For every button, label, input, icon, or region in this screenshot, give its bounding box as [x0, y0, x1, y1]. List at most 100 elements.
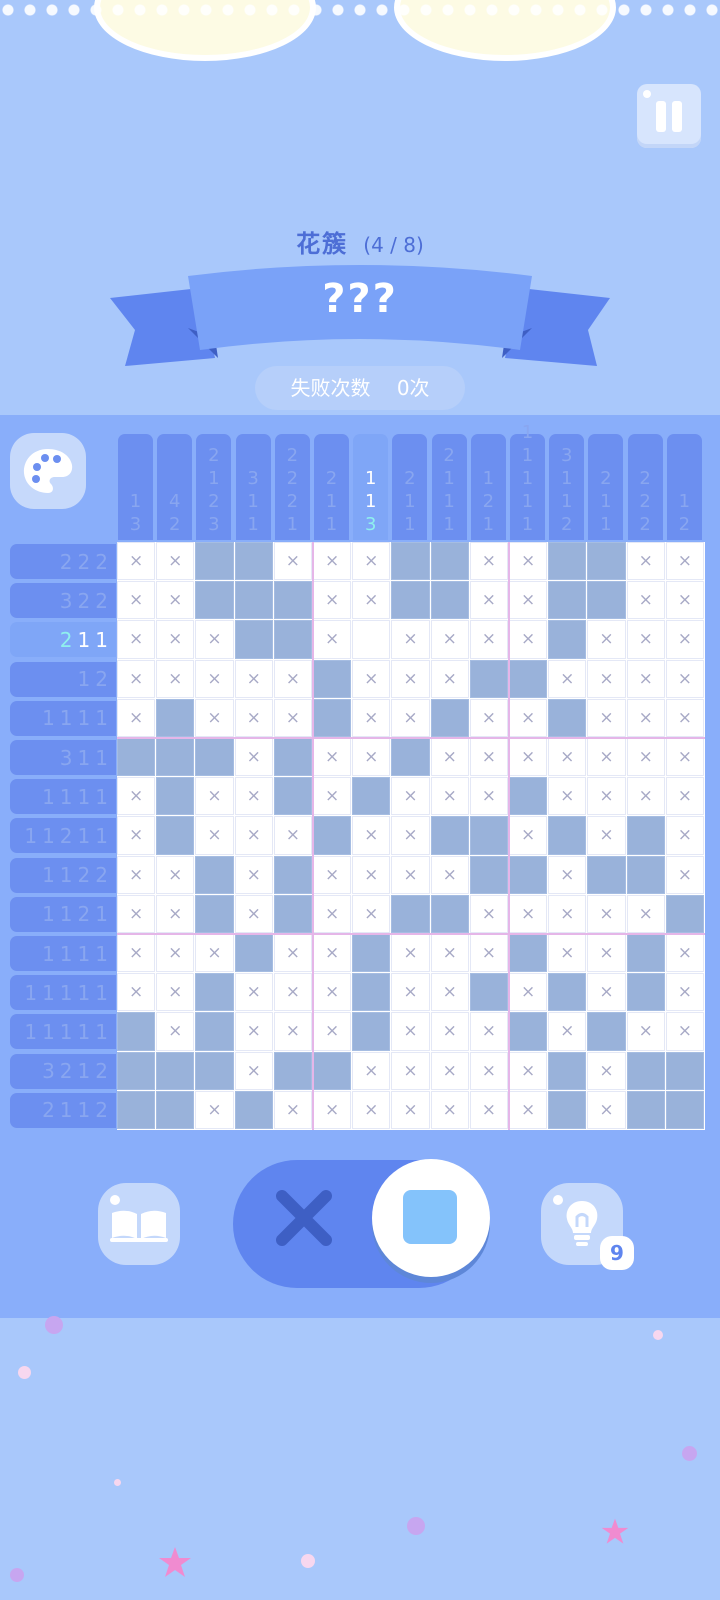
grid-cell-crossed[interactable]: ×: [391, 934, 430, 973]
grid-cell-filled[interactable]: [156, 816, 195, 855]
grid-cell-filled[interactable]: [234, 542, 273, 581]
grid-cell-crossed[interactable]: ×: [273, 659, 312, 698]
grid-cell-crossed[interactable]: ×: [626, 581, 665, 620]
grid-cell-crossed[interactable]: ×: [117, 855, 156, 894]
grid-cell-crossed[interactable]: ×: [509, 894, 548, 933]
grid-cell-filled[interactable]: [587, 1012, 626, 1051]
grid-cell-crossed[interactable]: ×: [391, 1090, 430, 1129]
grid-cell-filled[interactable]: [509, 855, 548, 894]
grid-cell-crossed[interactable]: ×: [273, 973, 312, 1012]
grid-cell-filled[interactable]: [587, 581, 626, 620]
grid-cell-crossed[interactable]: ×: [587, 698, 626, 737]
grid-cell-crossed[interactable]: ×: [352, 698, 391, 737]
grid-cell-filled[interactable]: [391, 894, 430, 933]
grid-cell-filled[interactable]: [273, 1051, 312, 1090]
grid-cell-crossed[interactable]: ×: [469, 620, 508, 659]
grid-cell-crossed[interactable]: ×: [548, 1012, 587, 1051]
cross-icon[interactable]: [272, 1186, 336, 1250]
grid-cell-crossed[interactable]: ×: [665, 934, 704, 973]
grid-cell-filled[interactable]: [195, 581, 234, 620]
grid-cell-crossed[interactable]: ×: [665, 581, 704, 620]
grid-cell-filled[interactable]: [548, 581, 587, 620]
grid-cell-filled[interactable]: [117, 1051, 156, 1090]
grid-cell-crossed[interactable]: ×: [234, 1012, 273, 1051]
grid-cell-crossed[interactable]: ×: [587, 1090, 626, 1129]
grid-cell-crossed[interactable]: ×: [352, 1051, 391, 1090]
grid-cell-crossed[interactable]: ×: [665, 698, 704, 737]
grid-cell-filled[interactable]: [352, 1012, 391, 1051]
grid-cell-crossed[interactable]: ×: [665, 777, 704, 816]
grid-cell-crossed[interactable]: ×: [548, 934, 587, 973]
grid-cell-crossed[interactable]: ×: [665, 1012, 704, 1051]
grid-cell-filled[interactable]: [469, 659, 508, 698]
grid-cell-crossed[interactable]: ×: [430, 777, 469, 816]
grid-cell-crossed[interactable]: ×: [352, 855, 391, 894]
grid-cell-crossed[interactable]: ×: [117, 659, 156, 698]
grid-cell-crossed[interactable]: ×: [469, 1090, 508, 1129]
grid-cell-filled[interactable]: [352, 934, 391, 973]
grid-cell-filled[interactable]: [469, 973, 508, 1012]
grid-cell-filled[interactable]: [548, 620, 587, 659]
grid-cell-crossed[interactable]: ×: [313, 934, 352, 973]
grid-cell-crossed[interactable]: ×: [665, 738, 704, 777]
grid-cell-crossed[interactable]: ×: [469, 1051, 508, 1090]
grid-cell-crossed[interactable]: ×: [391, 973, 430, 1012]
grid-cell-crossed[interactable]: ×: [469, 894, 508, 933]
grid-cell-crossed[interactable]: ×: [313, 581, 352, 620]
grid-cell-crossed[interactable]: ×: [509, 816, 548, 855]
grid-cell-crossed[interactable]: ×: [117, 698, 156, 737]
grid-cell-filled[interactable]: [548, 973, 587, 1012]
grid-cell-crossed[interactable]: ×: [548, 855, 587, 894]
grid-cell-crossed[interactable]: ×: [587, 777, 626, 816]
grid-cell-filled[interactable]: [195, 894, 234, 933]
grid-cell-crossed[interactable]: ×: [391, 659, 430, 698]
grid-cell-filled[interactable]: [195, 1051, 234, 1090]
grid-cell-crossed[interactable]: ×: [195, 934, 234, 973]
grid-cell-crossed[interactable]: ×: [313, 1012, 352, 1051]
puzzle-grid[interactable]: × × × × × × × × × × × × × × × × × × × × × × × × × × × × × × × × × × × × × × × ×…: [117, 542, 705, 1130]
grid-cell-filled[interactable]: [273, 620, 312, 659]
grid-cell-crossed[interactable]: ×: [156, 855, 195, 894]
grid-cell-crossed[interactable]: ×: [430, 659, 469, 698]
grid-cell-crossed[interactable]: ×: [352, 894, 391, 933]
grid-cell-filled[interactable]: [430, 816, 469, 855]
grid-cell-filled[interactable]: [313, 816, 352, 855]
grid-cell-crossed[interactable]: ×: [509, 1051, 548, 1090]
grid-cell-filled[interactable]: [469, 855, 508, 894]
grid-cell-crossed[interactable]: ×: [117, 973, 156, 1012]
grid-cell-crossed[interactable]: ×: [234, 738, 273, 777]
grid-cell-filled[interactable]: [509, 659, 548, 698]
grid-cell-crossed[interactable]: ×: [665, 542, 704, 581]
grid-cell-filled[interactable]: [156, 777, 195, 816]
grid-cell-crossed[interactable]: ×: [391, 855, 430, 894]
grid-cell-filled[interactable]: [234, 934, 273, 973]
grid-cell-crossed[interactable]: ×: [234, 1051, 273, 1090]
grid-cell-crossed[interactable]: ×: [234, 777, 273, 816]
grid-cell-crossed[interactable]: ×: [313, 973, 352, 1012]
grid-cell-filled[interactable]: [313, 1051, 352, 1090]
grid-cell-crossed[interactable]: ×: [665, 659, 704, 698]
grid-cell-crossed[interactable]: ×: [587, 738, 626, 777]
grid-cell-crossed[interactable]: ×: [156, 542, 195, 581]
grid-cell-crossed[interactable]: ×: [430, 855, 469, 894]
grid-cell-filled[interactable]: [273, 855, 312, 894]
grid-cell-crossed[interactable]: ×: [156, 659, 195, 698]
grid-cell-crossed[interactable]: ×: [391, 620, 430, 659]
grid-cell-crossed[interactable]: ×: [626, 777, 665, 816]
grid-cell-crossed[interactable]: ×: [548, 894, 587, 933]
grid-cell-filled[interactable]: [509, 777, 548, 816]
tutorial-button[interactable]: [98, 1183, 180, 1265]
grid-cell-crossed[interactable]: ×: [469, 698, 508, 737]
grid-cell-crossed[interactable]: ×: [665, 855, 704, 894]
grid-cell-crossed[interactable]: ×: [352, 581, 391, 620]
grid-cell-filled[interactable]: [117, 1012, 156, 1051]
grid-cell-crossed[interactable]: ×: [626, 542, 665, 581]
grid-cell-crossed[interactable]: ×: [548, 738, 587, 777]
grid-cell-filled[interactable]: [665, 1051, 704, 1090]
grid-cell-filled[interactable]: [117, 1090, 156, 1129]
grid-cell-crossed[interactable]: ×: [234, 855, 273, 894]
grid-cell-crossed[interactable]: ×: [391, 816, 430, 855]
grid-cell-crossed[interactable]: ×: [352, 1090, 391, 1129]
grid-cell-filled[interactable]: [391, 738, 430, 777]
grid-cell-crossed[interactable]: ×: [352, 816, 391, 855]
